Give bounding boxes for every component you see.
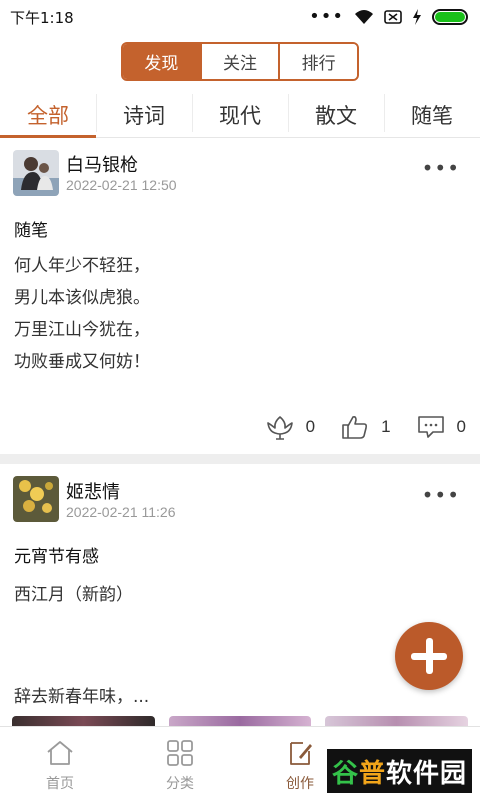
post-body: 何人年少不轻狂， 男儿本该似虎狼。 万里江山今犹在， 功败垂成又何妨！ [14,250,150,378]
status-time: 下午1:18 [10,8,74,27]
post-timestamp: 2022-02-21 11:26 [66,504,176,520]
post-title: 随笔 [14,221,48,241]
like-count: 1 [381,417,391,436]
avatar[interactable] [13,150,59,196]
avatar[interactable] [13,476,59,522]
post-username[interactable]: 白马银枪 [66,151,138,177]
comment-button[interactable]: 0 [417,414,466,440]
post-line: 何人年少不轻狂， [14,256,150,276]
post-line: 功败垂成又何妨！ [14,352,150,372]
post-subtitle: 西江月（新韵） [14,585,133,605]
tab-prose[interactable]: 散文 [288,92,384,137]
post-image[interactable] [168,716,312,726]
tab-poetry[interactable]: 诗词 [96,92,192,137]
post-title: 元宵节有感 [14,547,99,567]
status-icons: ••• [309,6,468,27]
wifi-icon [355,10,373,24]
sim-off-icon [384,10,402,24]
post-line: 男儿本该似虎狼。 [14,288,150,308]
nav-home-label: 首页 [46,776,74,792]
home-icon [47,741,73,765]
nav-create-label: 创作 [286,776,314,792]
grid-icon [167,740,193,766]
nav-home[interactable]: 首页 [0,727,120,800]
flower-button[interactable]: 0 [266,414,315,440]
more-dots-icon: ••• [309,6,344,27]
watermark-logo: 谷普软件园 [327,749,472,793]
post-images [12,716,469,726]
post-line: 万里江山今犹在， [14,320,150,340]
thumbs-up-icon [342,416,368,439]
charging-icon [413,9,421,25]
flower-count: 0 [305,417,316,436]
flower-icon [266,416,293,440]
create-post-button[interactable] [395,622,463,690]
post-card[interactable]: 姬悲情 2022-02-21 11:26 ••• 元宵节有感 西江月（新韵） 辞… [0,464,480,726]
status-bar: 下午1:18 ••• [0,0,480,34]
category-tabs: 全部 诗词 现代 散文 随笔 [0,92,480,138]
post-timestamp: 2022-02-21 12:50 [66,177,177,193]
post-actions: 0 1 0 [240,414,466,440]
post-card[interactable]: 白马银枪 2022-02-21 12:50 ••• 随笔 何人年少不轻狂， 男儿… [0,138,480,454]
tab-modern[interactable]: 现代 [192,92,288,137]
more-options-icon[interactable]: ••• [422,156,460,180]
post-image[interactable] [12,716,155,726]
nav-category-label: 分类 [166,776,194,792]
post-image[interactable] [325,716,469,726]
more-options-icon[interactable]: ••• [422,483,460,507]
post-separator [0,454,480,464]
segment-following[interactable]: 关注 [199,44,279,79]
like-button[interactable]: 1 [341,414,391,440]
battery-icon [432,9,468,25]
tab-essay[interactable]: 随笔 [384,92,480,137]
tab-all[interactable]: 全部 [0,92,96,138]
segment-discover[interactable]: 发现 [123,44,200,79]
nav-category[interactable]: 分类 [120,727,240,800]
post-excerpt: 辞去新春年味，... [14,687,150,707]
feed-segmented-control: 发现 关注 排行 [121,42,359,81]
comment-icon [417,416,444,438]
segment-ranking[interactable]: 排行 [278,44,357,79]
post-username[interactable]: 姬悲情 [66,478,120,504]
comment-count: 0 [456,417,466,436]
compose-icon [290,742,312,765]
